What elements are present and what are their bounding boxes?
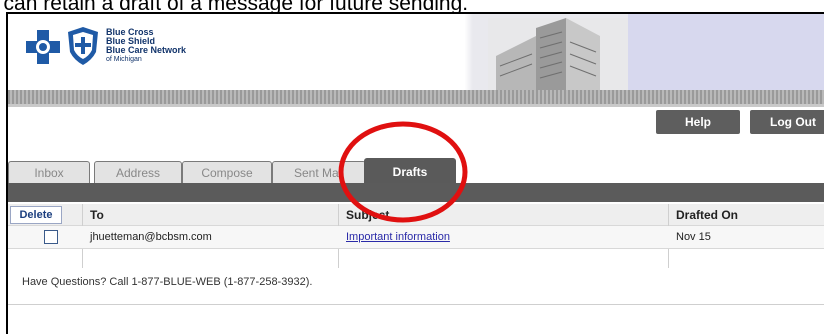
caption-text: u can retain a draft of a message for fu… (0, 0, 469, 15)
help-footer-text: Have Questions? Call 1-877-BLUE-WEB (1-8… (22, 276, 313, 288)
row-drafted-on: Nov 15 (676, 231, 711, 243)
column-drafted-on: Drafted On (676, 207, 739, 222)
tab-inbox[interactable]: Inbox (8, 161, 90, 184)
row-select-checkbox[interactable] (44, 230, 58, 244)
building-image (488, 18, 628, 90)
table-row: jhuetteman@bcbsm.com Important informati… (8, 226, 824, 249)
tab-compose[interactable]: Compose (182, 161, 272, 184)
subject-link[interactable]: Important information (346, 231, 450, 243)
banner-panel (628, 14, 824, 90)
tab-address[interactable]: Address (94, 161, 182, 184)
logout-button[interactable]: Log Out (750, 110, 824, 134)
help-button[interactable]: Help (656, 110, 740, 134)
row-subject-link[interactable]: Important information (346, 226, 450, 248)
row-to: jhuetteman@bcbsm.com (90, 231, 212, 243)
divider (8, 104, 824, 107)
blue-shield-logo-icon (68, 27, 98, 65)
brand-name: Blue Cross Blue Shield Blue Care Network… (106, 27, 187, 64)
blue-cross-logo-icon (26, 30, 60, 64)
divider (8, 304, 824, 305)
delete-button[interactable]: Delete (10, 206, 62, 224)
highlight-circle-annotation (338, 121, 468, 223)
decorative-stripe (8, 90, 824, 104)
browser-frame: Blue Cross Blue Shield Blue Care Network… (6, 12, 824, 334)
column-to: To (90, 207, 104, 222)
